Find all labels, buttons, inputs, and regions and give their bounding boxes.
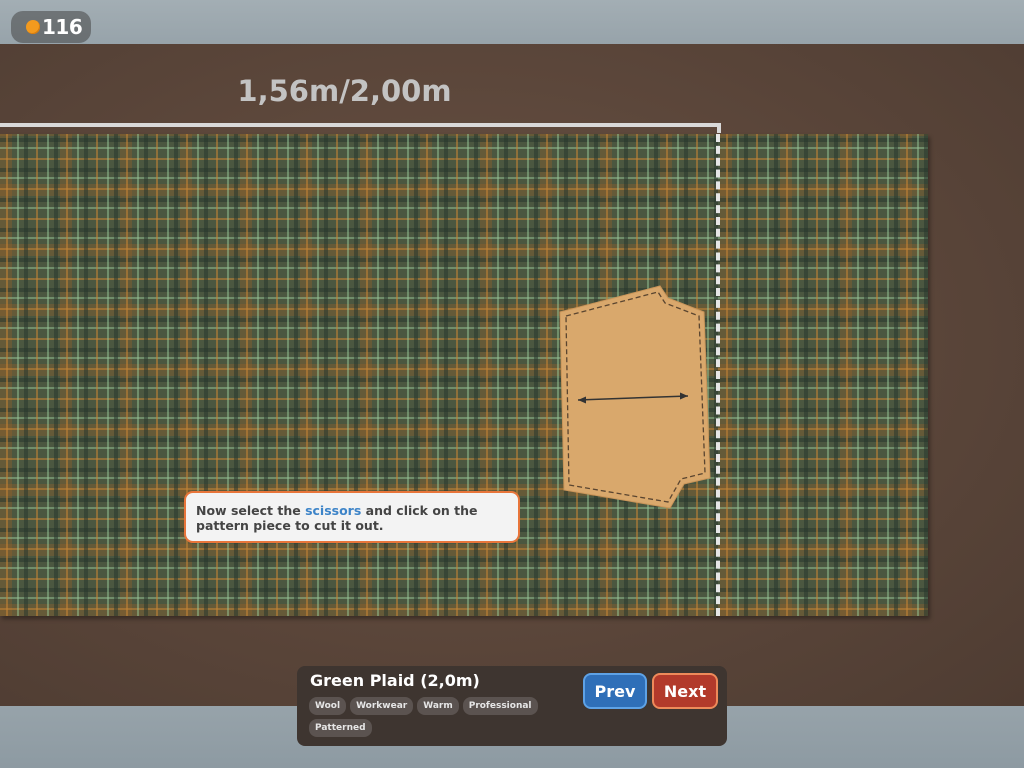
tooltip-highlight: scissors: [305, 503, 362, 518]
tag-patterned: Patterned: [309, 719, 372, 737]
coin-icon: [26, 20, 40, 34]
fabric-info-panel: Green Plaid (2,0m) Wool Workwear Warm Pr…: [297, 666, 727, 746]
top-bar: [0, 0, 1024, 44]
tooltip-text-start: Now select the: [196, 503, 306, 518]
tag-wool: Wool: [309, 697, 347, 715]
tutorial-tooltip: Now select the scissors and click on the…: [184, 491, 520, 543]
coin-count: 116: [42, 15, 83, 39]
tag-warm: Warm: [417, 697, 459, 715]
next-button[interactable]: Next: [652, 673, 718, 709]
fabric-length-label: 1,56m/2,00m: [237, 74, 452, 108]
tag-workwear: Workwear: [350, 697, 414, 715]
coin-counter: 116: [11, 11, 91, 43]
pattern-piece[interactable]: [552, 282, 720, 514]
plaid-fabric[interactable]: [0, 134, 928, 616]
fabric-title: Green Plaid (2,0m): [310, 671, 480, 690]
prev-button[interactable]: Prev: [583, 673, 647, 709]
tag-professional: Professional: [462, 697, 538, 715]
fabric-tags: Wool Workwear Warm Professional Patterne…: [309, 697, 569, 737]
measurement-ruler: [0, 123, 720, 127]
measurement-tick: [717, 123, 721, 133]
